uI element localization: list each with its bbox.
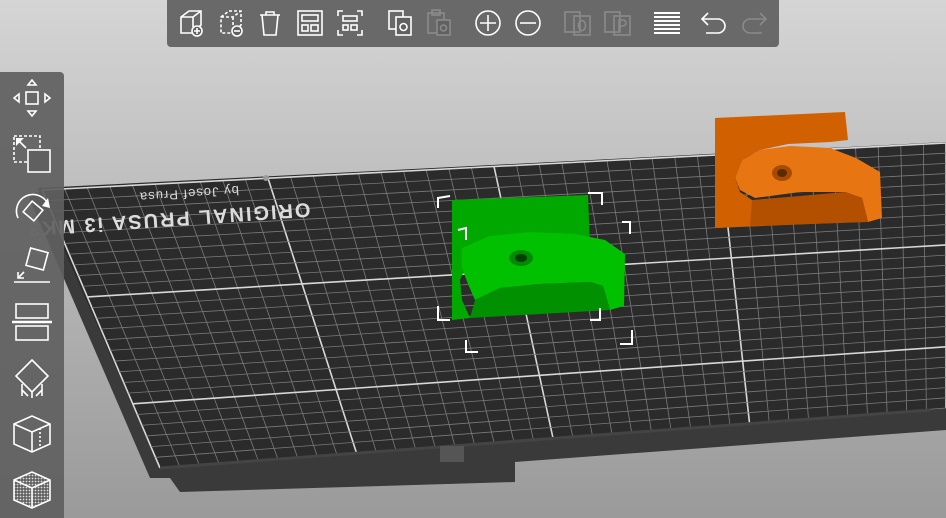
- arrange-selection-button[interactable]: [333, 6, 367, 40]
- arrange-selection-icon: [337, 10, 363, 36]
- copy-icon: [388, 10, 412, 36]
- undo-button[interactable]: [697, 6, 731, 40]
- 3d-viewport[interactable]: ORIGINAL PRUSA i3 MK3 by Josef Prusa: [0, 0, 946, 518]
- seam-painting-icon: [13, 415, 51, 453]
- multimaterial-painting-icon: [13, 471, 51, 509]
- layers-editing-icon: [654, 12, 680, 34]
- move-icon: [12, 78, 52, 118]
- arrange-button[interactable]: [293, 6, 327, 40]
- place-on-face-tool-button[interactable]: [8, 242, 56, 290]
- rotate-tool-button[interactable]: [8, 186, 56, 234]
- redo-icon: [742, 12, 768, 34]
- cut-tool-button[interactable]: [8, 298, 56, 346]
- split-objects-button[interactable]: [561, 6, 595, 40]
- rotate-icon: [15, 193, 50, 222]
- bed-mount-hole: [263, 175, 269, 181]
- layers-editing-button[interactable]: [650, 6, 684, 40]
- support-painting-icon: [14, 358, 50, 398]
- scale-icon: [13, 135, 51, 173]
- place-on-face-icon: [14, 246, 50, 283]
- delete-icon: [220, 10, 243, 37]
- arrange-icon: [297, 10, 323, 36]
- bed-connector: [440, 446, 464, 462]
- support-painting-tool-button[interactable]: [8, 354, 56, 402]
- object-unselected[interactable]: [715, 112, 882, 228]
- redo-button[interactable]: [737, 6, 771, 40]
- top-toolbar: [167, 0, 779, 47]
- left-toolbar: [0, 72, 64, 518]
- add-button[interactable]: [174, 6, 208, 40]
- scale-tool-button[interactable]: [8, 130, 56, 178]
- remove-instance-button[interactable]: [511, 6, 545, 40]
- paste-icon: [427, 9, 451, 36]
- delete-all-button[interactable]: [253, 6, 287, 40]
- multimaterial-painting-tool-button[interactable]: [8, 466, 56, 514]
- delete-all-icon: [260, 11, 280, 36]
- cut-icon: [12, 303, 52, 341]
- seam-painting-tool-button[interactable]: [8, 410, 56, 458]
- add-icon: [180, 10, 203, 37]
- move-tool-button[interactable]: [8, 74, 56, 122]
- copy-button[interactable]: [383, 6, 417, 40]
- paste-button[interactable]: [422, 6, 456, 40]
- undo-icon: [700, 12, 726, 34]
- split-parts-button[interactable]: [601, 6, 635, 40]
- delete-button[interactable]: [214, 6, 248, 40]
- split-parts-icon: [604, 11, 631, 36]
- split-objects-icon: [564, 11, 591, 36]
- add-instance-button[interactable]: [471, 6, 505, 40]
- add-instance-icon: [475, 10, 501, 36]
- remove-instance-icon: [515, 10, 541, 36]
